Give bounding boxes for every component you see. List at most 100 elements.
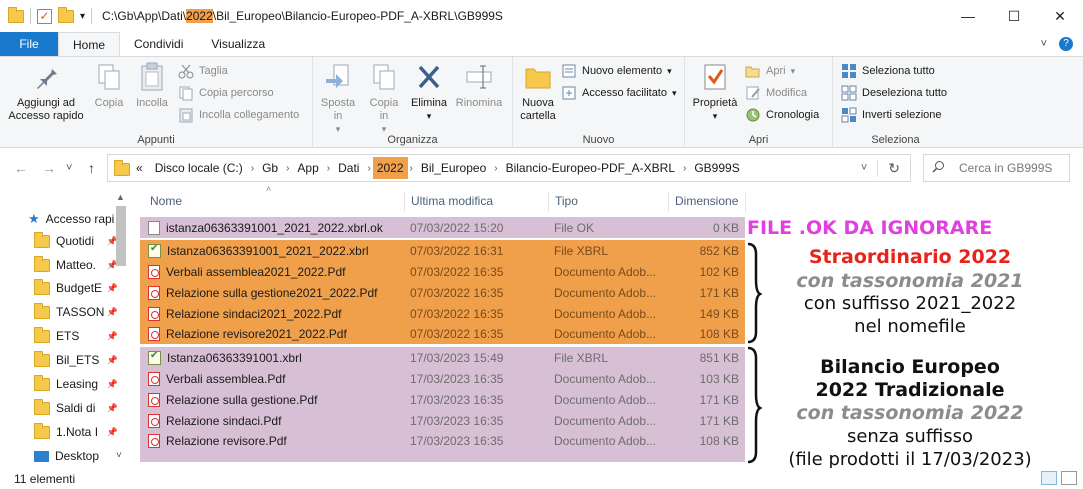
tab-home[interactable]: Home — [58, 32, 121, 56]
paste-button[interactable]: Incolla — [132, 61, 172, 110]
nav-item-leasing[interactable]: Leasing 📌 — [34, 373, 124, 395]
select-none-button[interactable]: Deseleziona tutto — [841, 85, 947, 101]
forward-arrow-icon[interactable]: → — [42, 160, 56, 176]
breadcrumb-item-highlighted[interactable]: 2022 — [372, 157, 408, 179]
file-row[interactable]: Relazione revisore2021_2022.Pdf 07/03/20… — [140, 324, 745, 344]
column-divider[interactable] — [404, 192, 405, 212]
pin-icon: 📌 — [106, 378, 118, 389]
column-header-modified[interactable]: Ultima modifica — [411, 194, 493, 210]
scroll-up-icon[interactable]: ▲ — [116, 192, 125, 202]
chevron-right-icon[interactable]: › — [325, 163, 332, 174]
breadcrumb-item[interactable]: Disco locale (C:) — [149, 161, 249, 175]
nav-item-nota[interactable]: 1.Nota I 📌 — [34, 421, 124, 443]
chevron-right-icon[interactable]: › — [249, 163, 256, 174]
address-dropdown-icon[interactable]: ˅ — [861, 162, 877, 174]
properties-quick-icon[interactable]: ✓ — [37, 8, 52, 24]
file-row[interactable]: Relazione sindaci2021_2022.Pdf 07/03/202… — [140, 303, 745, 324]
nav-item-ets[interactable]: ETS 📌 — [34, 325, 124, 347]
large-icons-view-icon[interactable] — [1061, 471, 1077, 485]
open-button[interactable]: Apri ▾ — [745, 63, 795, 79]
delete-button[interactable]: Elimina ▾ — [407, 61, 451, 123]
chevron-down-icon[interactable]: ˅ — [116, 450, 122, 461]
file-row[interactable]: Relazione sindaci.Pdf 17/03/2023 16:35 D… — [140, 410, 745, 431]
column-header-size[interactable]: Dimensione — [675, 194, 738, 210]
file-row[interactable]: Relazione sulla gestione2021_2022.Pdf 07… — [140, 282, 745, 303]
paste-link-button[interactable]: Incolla collegamento — [178, 107, 299, 123]
file-name: Relazione sulla gestione.Pdf — [166, 392, 318, 407]
nav-item-desktop[interactable]: Desktop — [34, 445, 124, 467]
nav-item-label: Matteo. — [56, 258, 97, 272]
move-to-icon — [322, 61, 354, 93]
file-row[interactable]: Verbali assemblea2021_2022.Pdf 07/03/202… — [140, 261, 745, 282]
copy-button[interactable]: Copia — [90, 61, 128, 110]
file-row[interactable]: Istanza06363391001.xbrl 17/03/2023 15:49… — [140, 347, 745, 368]
chevron-right-icon[interactable]: › — [408, 163, 415, 174]
up-arrow-icon[interactable]: ↑ — [88, 160, 95, 176]
file-row[interactable]: Verbali assemblea.Pdf 17/03/2023 16:35 D… — [140, 368, 745, 389]
back-arrow-icon[interactable]: ← — [14, 160, 28, 176]
breadcrumb-item[interactable]: Dati — [332, 161, 365, 175]
quick-access-dropdown-icon[interactable]: ▾ — [80, 11, 85, 22]
column-divider[interactable] — [745, 192, 746, 212]
rename-button[interactable]: Rinomina — [451, 61, 507, 110]
breadcrumb-item[interactable]: Gb — [256, 161, 284, 175]
breadcrumb-item[interactable]: Bilancio-Europeo-PDF_A-XBRL — [500, 161, 681, 175]
breadcrumb-item[interactable]: App — [291, 161, 324, 175]
tab-file[interactable]: File — [0, 32, 58, 56]
breadcrumb-item[interactable]: GB999S — [688, 161, 745, 175]
new-folder-quick-icon[interactable] — [58, 6, 74, 23]
pin-quick-access-button[interactable]: Aggiungi ad Accesso rapido — [6, 61, 86, 123]
nav-quick-access[interactable]: ★ Accesso rapi — [28, 208, 118, 230]
nav-item-tasson[interactable]: TASSON 📌 — [34, 301, 124, 323]
file-row[interactable]: Istanza06363391001_2021_2022.xbrl 07/03/… — [140, 240, 745, 261]
file-row[interactable]: Relazione revisore.Pdf 17/03/2023 16:35 … — [140, 431, 745, 462]
copy-to-button[interactable]: Copia in ▾ — [361, 61, 407, 136]
maximize-button[interactable]: ☐ — [991, 0, 1037, 32]
easy-access-button[interactable]: Accesso facilitato ▾ — [561, 85, 677, 101]
edit-button[interactable]: Modifica — [745, 85, 807, 101]
select-all-button[interactable]: Seleziona tutto — [841, 63, 935, 79]
annotation-2022-subtitle: 2022 Tradizionale — [815, 379, 1005, 401]
column-header-type[interactable]: Tipo — [555, 194, 578, 210]
move-to-button[interactable]: Sposta in ▾ — [315, 61, 361, 136]
nav-scrollbar-thumb[interactable] — [116, 206, 126, 266]
address-bar[interactable]: « Disco locale (C:) › Gb › App › Dati › … — [107, 154, 911, 182]
properties-button[interactable]: Proprietà ▾ — [689, 61, 741, 123]
tab-share[interactable]: Condividi — [120, 32, 197, 56]
copy-path-button[interactable]: Copia percorso — [178, 85, 274, 101]
chevron-right-icon[interactable]: › — [365, 163, 372, 174]
new-folder-button[interactable]: Nuova cartella — [517, 61, 559, 123]
close-button[interactable]: ✕ — [1037, 0, 1083, 32]
chevron-right-icon[interactable]: › — [284, 163, 291, 174]
refresh-icon[interactable]: ↻ — [877, 159, 910, 177]
details-view-icon[interactable] — [1041, 471, 1057, 485]
search-input[interactable]: Cerca in GB999S — [923, 154, 1070, 182]
history-button[interactable]: Cronologia — [745, 107, 819, 123]
recent-locations-dropdown-icon[interactable]: ˅ — [66, 162, 72, 174]
ribbon-expand-icon[interactable]: ˅ — [1041, 38, 1047, 50]
column-divider[interactable] — [668, 192, 669, 212]
nav-item-matteo[interactable]: Matteo. 📌 — [34, 254, 124, 276]
group-clipboard: Aggiungi ad Accesso rapido Copia Incolla… — [0, 57, 313, 149]
file-row[interactable]: istanza06363391001_2021_2022.xbrl.ok 07/… — [140, 217, 745, 238]
nav-item-saldi[interactable]: Saldi di 📌 — [34, 397, 124, 419]
breadcrumb-item[interactable]: Bil_Europeo — [415, 161, 492, 175]
file-name: Verbali assemblea2021_2022.Pdf — [166, 264, 346, 279]
file-date: 07/03/2022 16:35 — [410, 264, 504, 279]
chevron-right-icon[interactable]: › — [681, 163, 688, 174]
column-divider[interactable] — [548, 192, 549, 212]
tab-view[interactable]: Visualizza — [197, 32, 279, 56]
paste-shortcut-icon — [178, 107, 194, 123]
file-row[interactable]: Relazione sulla gestione.Pdf 17/03/2023 … — [140, 389, 745, 410]
nav-item-bil-ets[interactable]: Bil_ETS 📌 — [34, 349, 124, 371]
nav-item-quotidi[interactable]: Quotidi 📌 — [34, 230, 124, 252]
help-icon[interactable]: ? — [1059, 37, 1073, 51]
column-header-name[interactable]: Nome — [150, 194, 182, 210]
new-item-button[interactable]: Nuovo elemento ▾ — [561, 63, 672, 79]
nav-item-budget[interactable]: BudgetE 📌 — [34, 277, 124, 299]
cut-button[interactable]: Taglia — [178, 63, 228, 79]
chevron-right-icon[interactable]: › — [492, 163, 499, 174]
minimize-button[interactable]: — — [945, 0, 991, 32]
invert-selection-button[interactable]: Inverti selezione — [841, 107, 942, 123]
address-overflow[interactable]: « — [130, 161, 149, 175]
